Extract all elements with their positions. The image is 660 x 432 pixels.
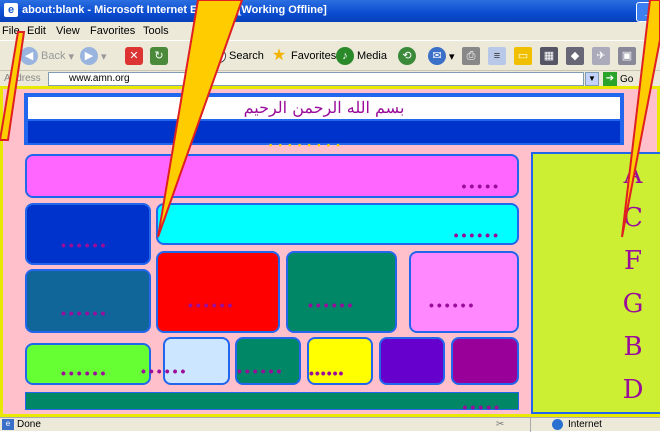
status-divider xyxy=(530,418,531,432)
menu-tools[interactable]: Tools xyxy=(143,25,169,37)
navy-panel: •••••• xyxy=(25,203,151,265)
address-label: Address xyxy=(4,73,41,84)
search-button[interactable]: Search xyxy=(212,46,264,66)
back-button[interactable]: ◀ Back ▾ xyxy=(20,46,74,66)
go-arrow-icon: ➔ xyxy=(603,72,617,86)
letter-b: B xyxy=(623,332,643,362)
internet-globe-icon xyxy=(552,419,563,430)
magenta-dots: ••••• xyxy=(461,178,501,194)
forward-arrow-icon: ▶ xyxy=(80,47,98,65)
menu-file[interactable]: File xyxy=(2,25,20,37)
letter-g: G xyxy=(622,289,644,319)
refresh-icon: ↻ xyxy=(150,47,168,65)
red-dots: •••••• xyxy=(188,297,236,313)
address-dropdown-icon[interactable]: ▼ xyxy=(585,72,599,86)
letter-d: D xyxy=(622,375,644,405)
refresh-button[interactable]: ↻ xyxy=(150,46,168,66)
mail-icon: ✉ xyxy=(428,47,446,65)
footer-dots: ••••• xyxy=(462,399,502,415)
ie-logo-icon: e xyxy=(4,3,18,17)
cyan-dots: •••••• xyxy=(453,227,501,243)
address-bar: Address www.amn.org ▼ ➔ Go L xyxy=(0,70,660,86)
extra-button[interactable]: ▣ xyxy=(618,46,636,66)
header-dots: • • • • • • • • xyxy=(269,140,342,150)
letter-c: C xyxy=(623,203,643,233)
research-icon: ▦ xyxy=(540,47,558,65)
search-icon xyxy=(212,49,226,63)
magenta-panel: ••••• xyxy=(25,154,519,198)
tools-icon: ✈ xyxy=(592,47,610,65)
favorites-button[interactable]: ★ Favorites xyxy=(270,46,336,66)
row4-dots-2: •••••• xyxy=(141,363,189,379)
media-icon: ♪ xyxy=(336,47,354,65)
steel-dots: •••••• xyxy=(61,305,109,321)
footer-bar: ••••• xyxy=(25,392,519,415)
research-button[interactable]: ▦ xyxy=(540,46,558,66)
status-text: Done xyxy=(17,419,41,430)
discuss-button[interactable]: ▭ xyxy=(514,46,532,66)
row4-dots-3: •••••• xyxy=(237,363,285,379)
header-banner: بسم الله الرحمن الرحيم xyxy=(24,93,624,145)
page-content: بسم الله الرحمن الرحيم • • • • • • • • •… xyxy=(0,86,660,417)
basmala-text: بسم الله الرحمن الرحيم xyxy=(28,97,620,119)
letter-f: F xyxy=(623,246,643,276)
row4-dots-4: •••••• xyxy=(309,365,345,381)
folder-icon: ▭ xyxy=(514,47,532,65)
minimize-button[interactable]: _ xyxy=(636,2,660,22)
pink-panel: •••••• xyxy=(409,251,519,333)
print-button[interactable]: ⎙ xyxy=(462,46,480,66)
menu-bar: File Edit View Favorites Tools xyxy=(0,22,660,40)
tools-button[interactable]: ✈ xyxy=(592,46,610,66)
history-icon: ⟲ xyxy=(398,47,416,65)
go-button[interactable]: ➔ Go xyxy=(603,71,633,87)
navy-dots: •••••• xyxy=(61,237,109,253)
pink-dots: •••••• xyxy=(429,297,477,313)
star-icon: ★ xyxy=(271,47,287,64)
red-panel: •••••• xyxy=(156,251,280,333)
mail-button[interactable]: ✉ ▾ xyxy=(428,46,455,66)
window-title: about:blank - Microsoft Internet Explore… xyxy=(22,4,327,16)
steel-panel: •••••• xyxy=(25,269,151,333)
address-input[interactable]: www.amn.org xyxy=(48,72,584,86)
menu-edit[interactable]: Edit xyxy=(27,25,46,37)
teal-dots: •••••• xyxy=(308,297,356,313)
media-button[interactable]: ♪ Media xyxy=(336,46,387,66)
cyan-panel: •••••• xyxy=(156,203,519,245)
page-done-icon: e xyxy=(2,419,14,430)
zone-text: Internet xyxy=(568,419,602,430)
violet-box xyxy=(451,337,519,385)
menu-favorites[interactable]: Favorites xyxy=(90,25,135,37)
back-arrow-icon: ◀ xyxy=(20,47,38,65)
title-bar: e about:blank - Microsoft Internet Explo… xyxy=(0,0,660,22)
purple-box xyxy=(379,337,445,385)
stop-icon: ✕ xyxy=(125,47,143,65)
stop-button[interactable]: ✕ xyxy=(125,46,143,66)
edit-button[interactable]: ≡ xyxy=(488,46,506,66)
security-icon: ✂ xyxy=(496,419,505,430)
status-bar: e Done ✂ Internet xyxy=(0,417,660,432)
history-button[interactable]: ⟲ xyxy=(398,46,416,66)
messenger-icon: ◆ xyxy=(566,47,584,65)
menu-view[interactable]: View xyxy=(56,25,80,37)
messenger-button[interactable]: ◆ xyxy=(566,46,584,66)
row4-dots-1: •••••• xyxy=(61,365,109,381)
extra-icon: ▣ xyxy=(618,47,636,65)
letters-sidebar: A C F G B D xyxy=(531,152,660,414)
forward-button[interactable]: ▶ ▾ xyxy=(80,46,107,66)
teal-panel: •••••• xyxy=(286,251,397,333)
letter-a: A xyxy=(623,160,643,190)
toolbar: ◀ Back ▾ ▶ ▾ ✕ ↻ Search ★ Favorites ♪ Medi… xyxy=(0,40,660,70)
links-label[interactable]: L xyxy=(646,73,652,84)
print-icon: ⎙ xyxy=(462,47,480,65)
edit-page-icon: ≡ xyxy=(488,47,506,65)
